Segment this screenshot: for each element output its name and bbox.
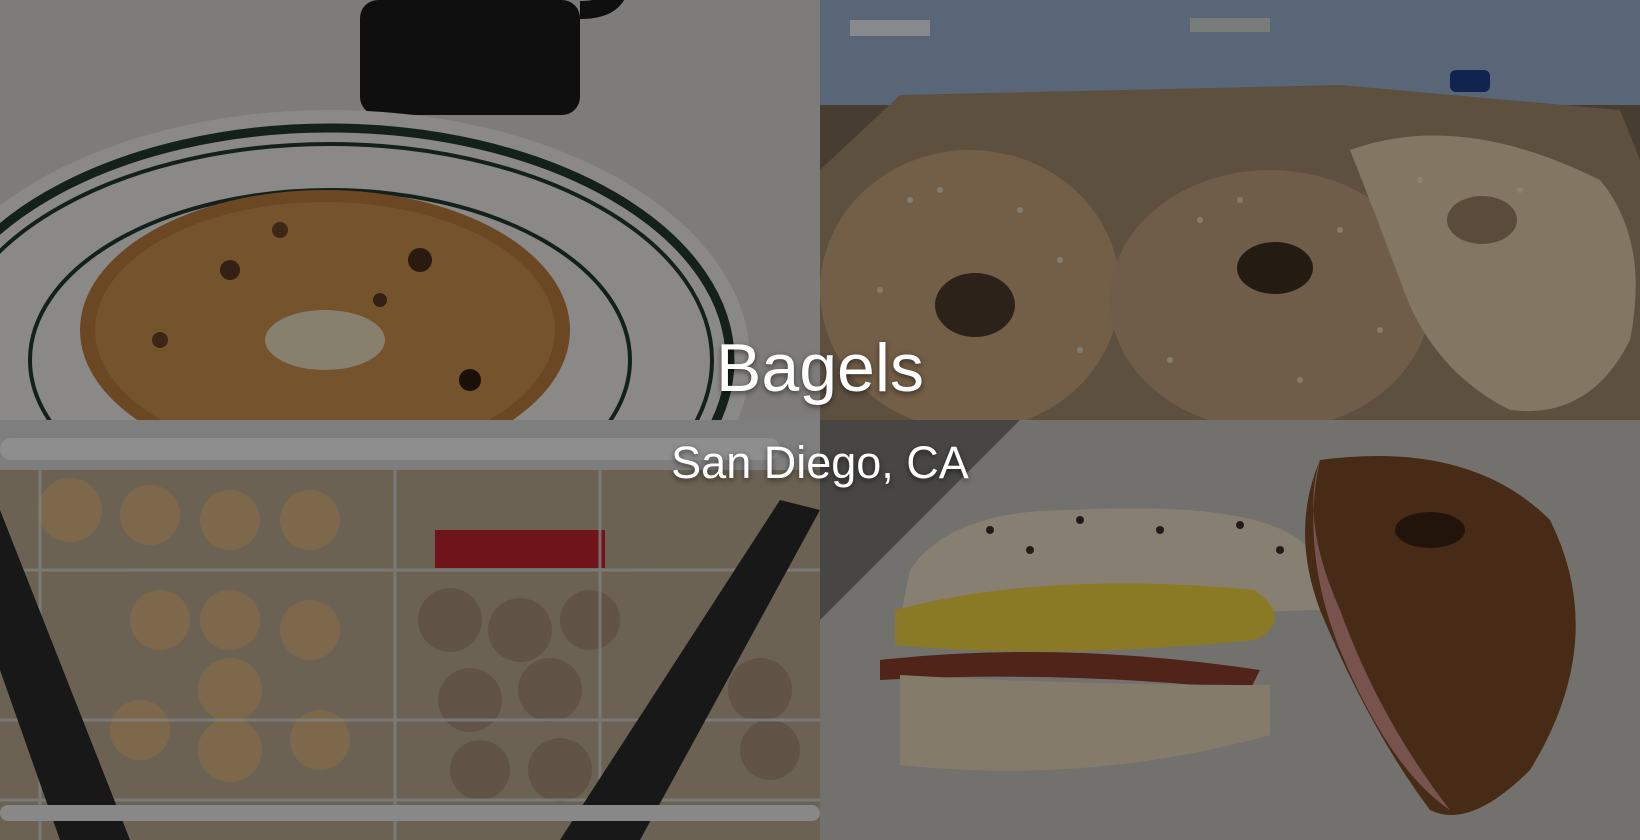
hero-heading: Bagels San Diego, CA <box>0 0 1640 840</box>
page-title: Bagels <box>716 329 924 406</box>
location-subtitle: San Diego, CA <box>671 436 969 488</box>
hero-banner: Bagels San Diego, CA <box>0 0 1640 840</box>
